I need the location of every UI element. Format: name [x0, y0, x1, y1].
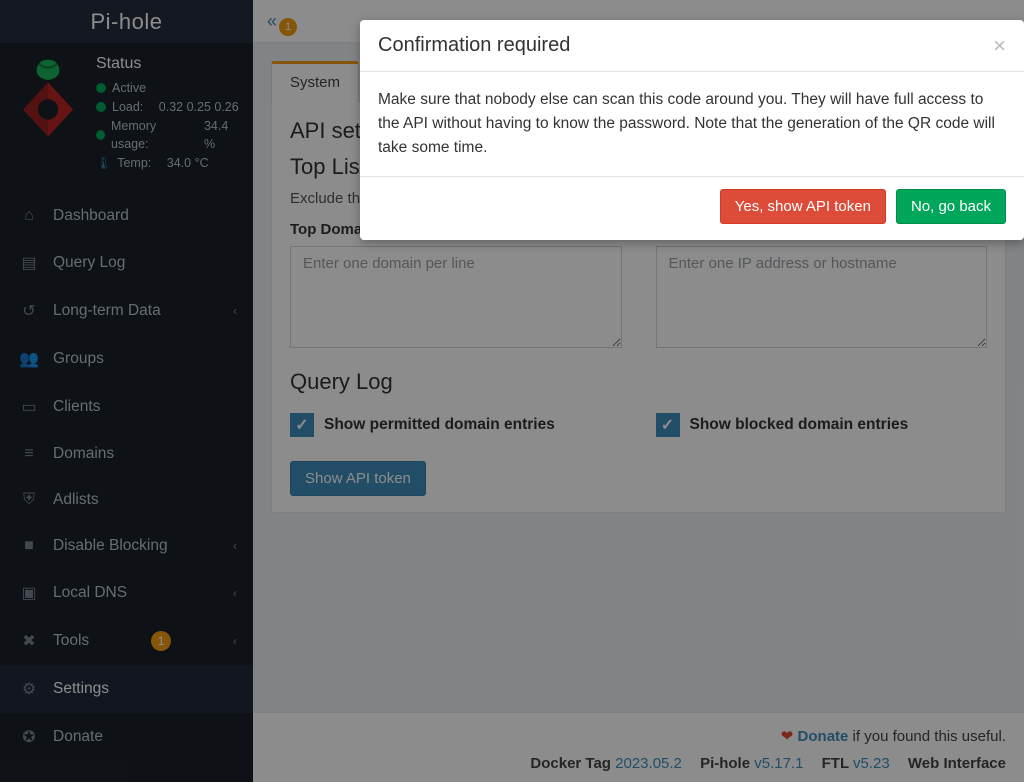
modal-body-text: Make sure that nobody else can scan this… — [360, 72, 1024, 176]
modal-close-button[interactable]: × — [993, 35, 1006, 57]
modal-title: Confirmation required — [378, 34, 570, 57]
modal-no-button[interactable]: No, go back — [896, 189, 1006, 224]
modal-yes-button[interactable]: Yes, show API token — [720, 189, 886, 224]
confirmation-modal: Confirmation required × Make sure that n… — [360, 20, 1024, 240]
